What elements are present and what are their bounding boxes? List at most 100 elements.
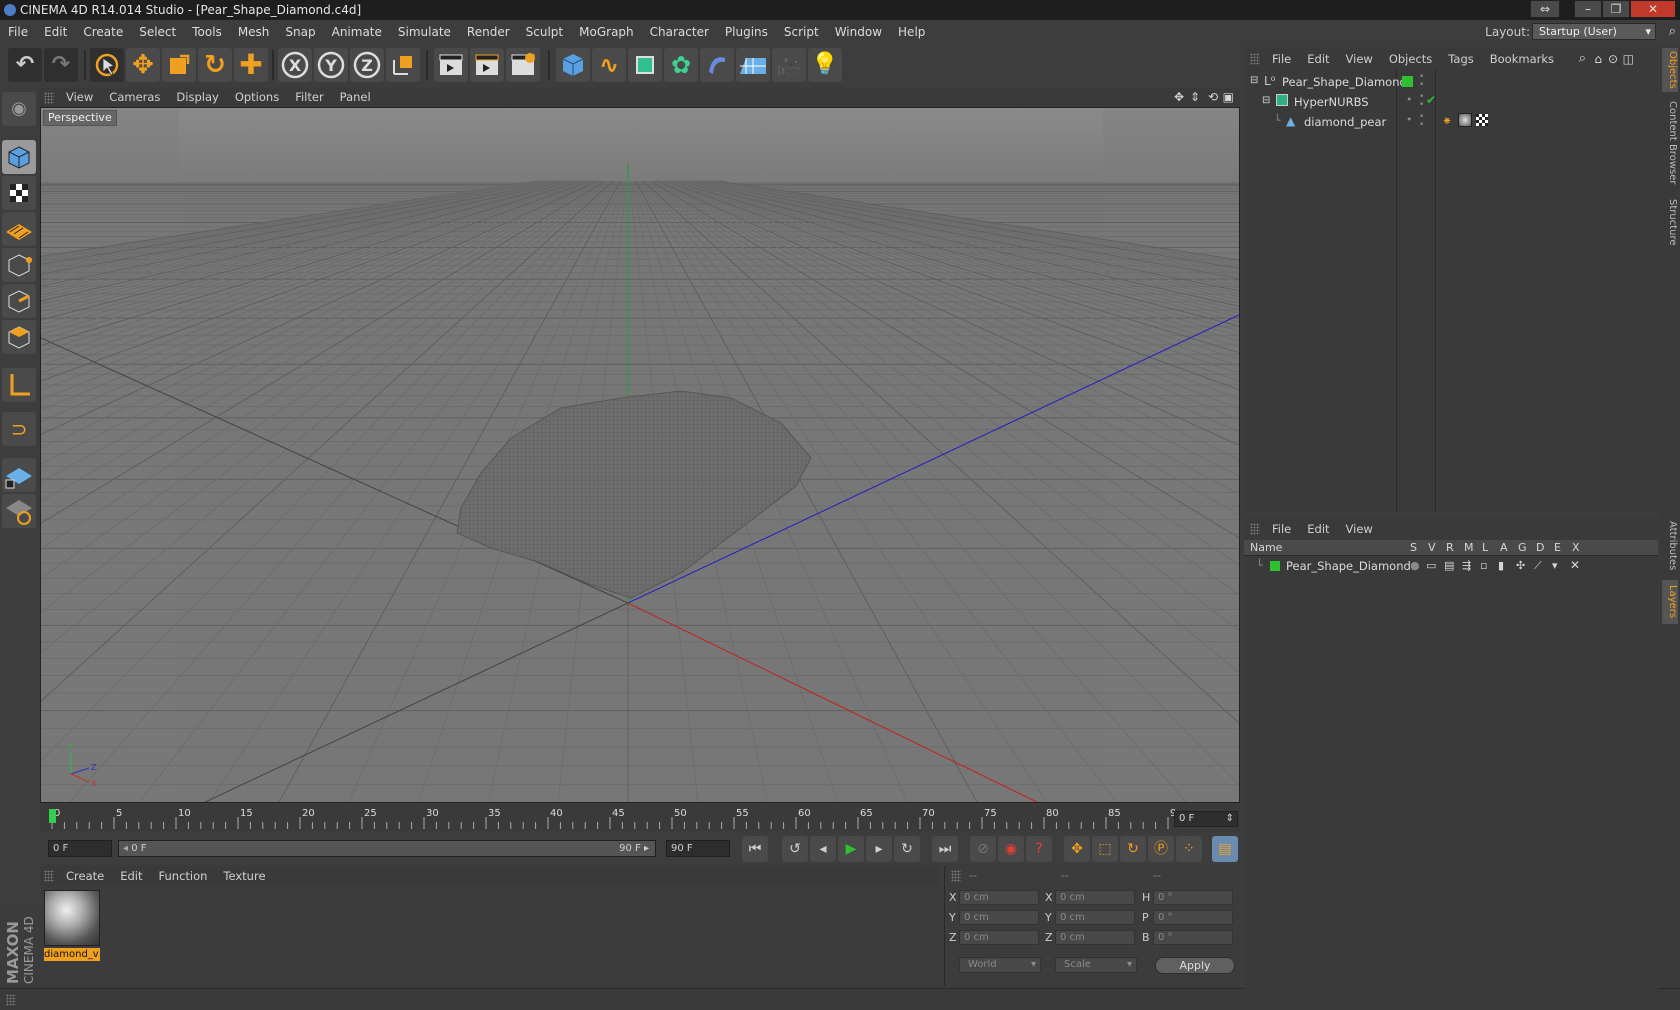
size-x-field[interactable]: 0 cm: [1055, 890, 1135, 905]
next-frame-button[interactable]: ▸: [866, 836, 892, 862]
visibility-dots-icon[interactable]: • •: [1419, 93, 1424, 110]
tab-layers[interactable]: Layers: [1662, 580, 1678, 624]
record-scale-button[interactable]: ⬚: [1092, 836, 1118, 862]
timeline-ruler[interactable]: 051015202530354045505560657075808590: [40, 805, 1240, 831]
om-menu-view[interactable]: View: [1338, 48, 1381, 70]
search-icon[interactable]: ⌕: [1669, 20, 1676, 44]
menu-select[interactable]: Select: [131, 20, 184, 44]
make-editable-button[interactable]: ◉: [2, 92, 36, 126]
menu-simulate[interactable]: Simulate: [390, 20, 459, 44]
column-generators[interactable]: G: [1518, 540, 1527, 556]
om-menu-objects[interactable]: Objects: [1381, 48, 1440, 70]
minimize-button[interactable]: –: [1574, 0, 1602, 18]
record-position-button[interactable]: ✥: [1064, 836, 1090, 862]
rot-p-field[interactable]: 0 °: [1153, 910, 1233, 925]
layer-color-swatch[interactable]: [1402, 76, 1413, 87]
coordinate-space-select[interactable]: World ▾: [959, 957, 1041, 973]
rot-h-field[interactable]: 0 °: [1153, 890, 1233, 905]
viewport-menu-filter[interactable]: Filter: [287, 88, 331, 107]
viewport-menu-cameras[interactable]: Cameras: [101, 88, 168, 107]
record-point-level-button[interactable]: ⁘: [1176, 836, 1202, 862]
column-solo[interactable]: S: [1410, 540, 1417, 556]
phong-tag-icon[interactable]: ⁕: [1442, 114, 1452, 128]
panel-grip-icon[interactable]: [44, 870, 54, 882]
viewport-menu-view[interactable]: View: [58, 88, 101, 107]
animation-toggle-icon[interactable]: ▮: [1498, 559, 1504, 572]
model-mode-button[interactable]: [2, 140, 36, 174]
add-cube-button[interactable]: [556, 48, 590, 82]
manager-toggle-icon[interactable]: ⇶: [1462, 559, 1471, 572]
object-row-pear-shape-diamond[interactable]: ⊟ L⁰ Pear_Shape_Diamond • •: [1244, 72, 1658, 92]
layer-row[interactable]: └ Pear_Shape_Diamond ● ▭ ▤ ⇶ ▫ ▮ ✣ ⟋ ▾ ✕: [1244, 557, 1658, 577]
menu-help[interactable]: Help: [890, 20, 933, 44]
link-icon[interactable]: ⊙: [1608, 48, 1618, 70]
enabled-check-icon[interactable]: ✔: [1426, 93, 1436, 107]
menu-mesh[interactable]: Mesh: [230, 20, 278, 44]
visibility-dot-icon[interactable]: •: [1406, 113, 1413, 126]
points-mode-button[interactable]: [2, 248, 36, 282]
render-settings-button[interactable]: [506, 48, 540, 82]
home-icon[interactable]: ⌂: [1594, 48, 1602, 70]
collapse-toggle-icon[interactable]: ⊟: [1262, 95, 1270, 106]
material-tag-icon[interactable]: [1458, 113, 1472, 127]
menu-edit[interactable]: Edit: [36, 20, 75, 44]
previous-key-button[interactable]: ↺: [782, 836, 808, 862]
size-z-field[interactable]: 0 cm: [1055, 930, 1135, 945]
layer-color-swatch[interactable]: [1270, 561, 1280, 571]
material-menu-texture[interactable]: Texture: [215, 866, 273, 886]
om-menu-tags[interactable]: Tags: [1440, 48, 1481, 70]
render-toggle-icon[interactable]: ▤: [1444, 559, 1454, 572]
goto-end-button[interactable]: ⏭: [932, 836, 958, 862]
pos-y-field[interactable]: 0 cm: [959, 910, 1039, 925]
panel-grip-icon[interactable]: [951, 870, 961, 882]
menu-mograph[interactable]: MoGraph: [571, 20, 642, 44]
grid-snap-button[interactable]: [2, 494, 36, 528]
column-locked[interactable]: L: [1482, 540, 1488, 556]
render-view-button[interactable]: [434, 48, 468, 82]
lm-menu-file[interactable]: File: [1264, 518, 1299, 540]
next-key-button[interactable]: ↻: [894, 836, 920, 862]
menu-character[interactable]: Character: [642, 20, 717, 44]
object-row-diamond-pear[interactable]: └ ▲ diamond_pear • • • ⁕: [1244, 112, 1658, 132]
menu-create[interactable]: Create: [75, 20, 131, 44]
tab-content-browser[interactable]: Content Browser: [1662, 98, 1678, 188]
texture-mode-button[interactable]: [2, 176, 36, 210]
perspective-viewport[interactable]: Y Z X Perspective: [40, 107, 1240, 803]
play-button[interactable]: ▶: [838, 836, 864, 862]
add-array-button[interactable]: ✿: [664, 48, 698, 82]
layout-select[interactable]: Startup (User) ▾: [1532, 23, 1656, 40]
visibility-dots-icon[interactable]: • •: [1419, 113, 1424, 130]
menu-file[interactable]: File: [0, 20, 36, 44]
x-axis-lock-button[interactable]: X: [278, 48, 312, 82]
menu-window[interactable]: Window: [827, 20, 890, 44]
column-xref[interactable]: X: [1572, 540, 1580, 556]
new-window-icon[interactable]: ◫: [1623, 48, 1634, 70]
viewport-camera-label[interactable]: Perspective: [43, 110, 117, 126]
end-frame-field[interactable]: 90 F: [666, 840, 730, 857]
lock-toggle-icon[interactable]: ▫: [1480, 559, 1487, 572]
panel-grip-icon[interactable]: [44, 92, 54, 104]
move-button[interactable]: ✥: [126, 48, 160, 82]
menu-script[interactable]: Script: [776, 20, 827, 44]
edges-mode-button[interactable]: [2, 284, 36, 318]
menu-animate[interactable]: Animate: [324, 20, 390, 44]
rotate-button[interactable]: ↻: [198, 48, 232, 82]
live-selection-button[interactable]: [90, 48, 124, 82]
viewport-menu-display[interactable]: Display: [168, 88, 226, 107]
current-frame-field[interactable]: 0 F ⇕: [1174, 811, 1238, 827]
add-camera-button[interactable]: 🎥: [772, 48, 806, 82]
workplane-lock-button[interactable]: [2, 458, 36, 492]
material-menu-function[interactable]: Function: [151, 866, 216, 886]
zoom-view-icon[interactable]: ⇕: [1190, 88, 1200, 107]
start-frame-field[interactable]: 0 F: [48, 840, 112, 857]
texture-tag-icon[interactable]: [1476, 114, 1488, 126]
panel-grip-icon[interactable]: [1250, 523, 1260, 535]
solo-toggle-icon[interactable]: ●: [1410, 559, 1420, 572]
material-menu-edit[interactable]: Edit: [112, 866, 150, 886]
close-button[interactable]: ✕: [1630, 0, 1676, 18]
add-floor-button[interactable]: [736, 48, 770, 82]
record-keys-button[interactable]: ⊘: [970, 836, 996, 862]
add-nurbs-button[interactable]: [628, 48, 662, 82]
column-manager[interactable]: M: [1464, 540, 1474, 556]
recent-tool-button[interactable]: ✚: [234, 48, 268, 82]
